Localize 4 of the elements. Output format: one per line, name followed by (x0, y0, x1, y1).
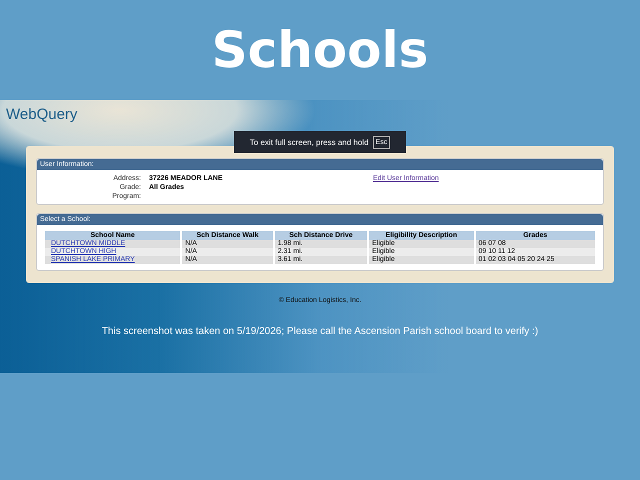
page-title: Schools (212, 21, 428, 79)
toast-text: To exit full screen, press and hold (250, 138, 369, 146)
app-name: WebQuery (5, 105, 78, 124)
note-text: This screenshot was taken on 5/19/2026; Please call the Ascension Parish school board to verify :) (100, 326, 540, 337)
